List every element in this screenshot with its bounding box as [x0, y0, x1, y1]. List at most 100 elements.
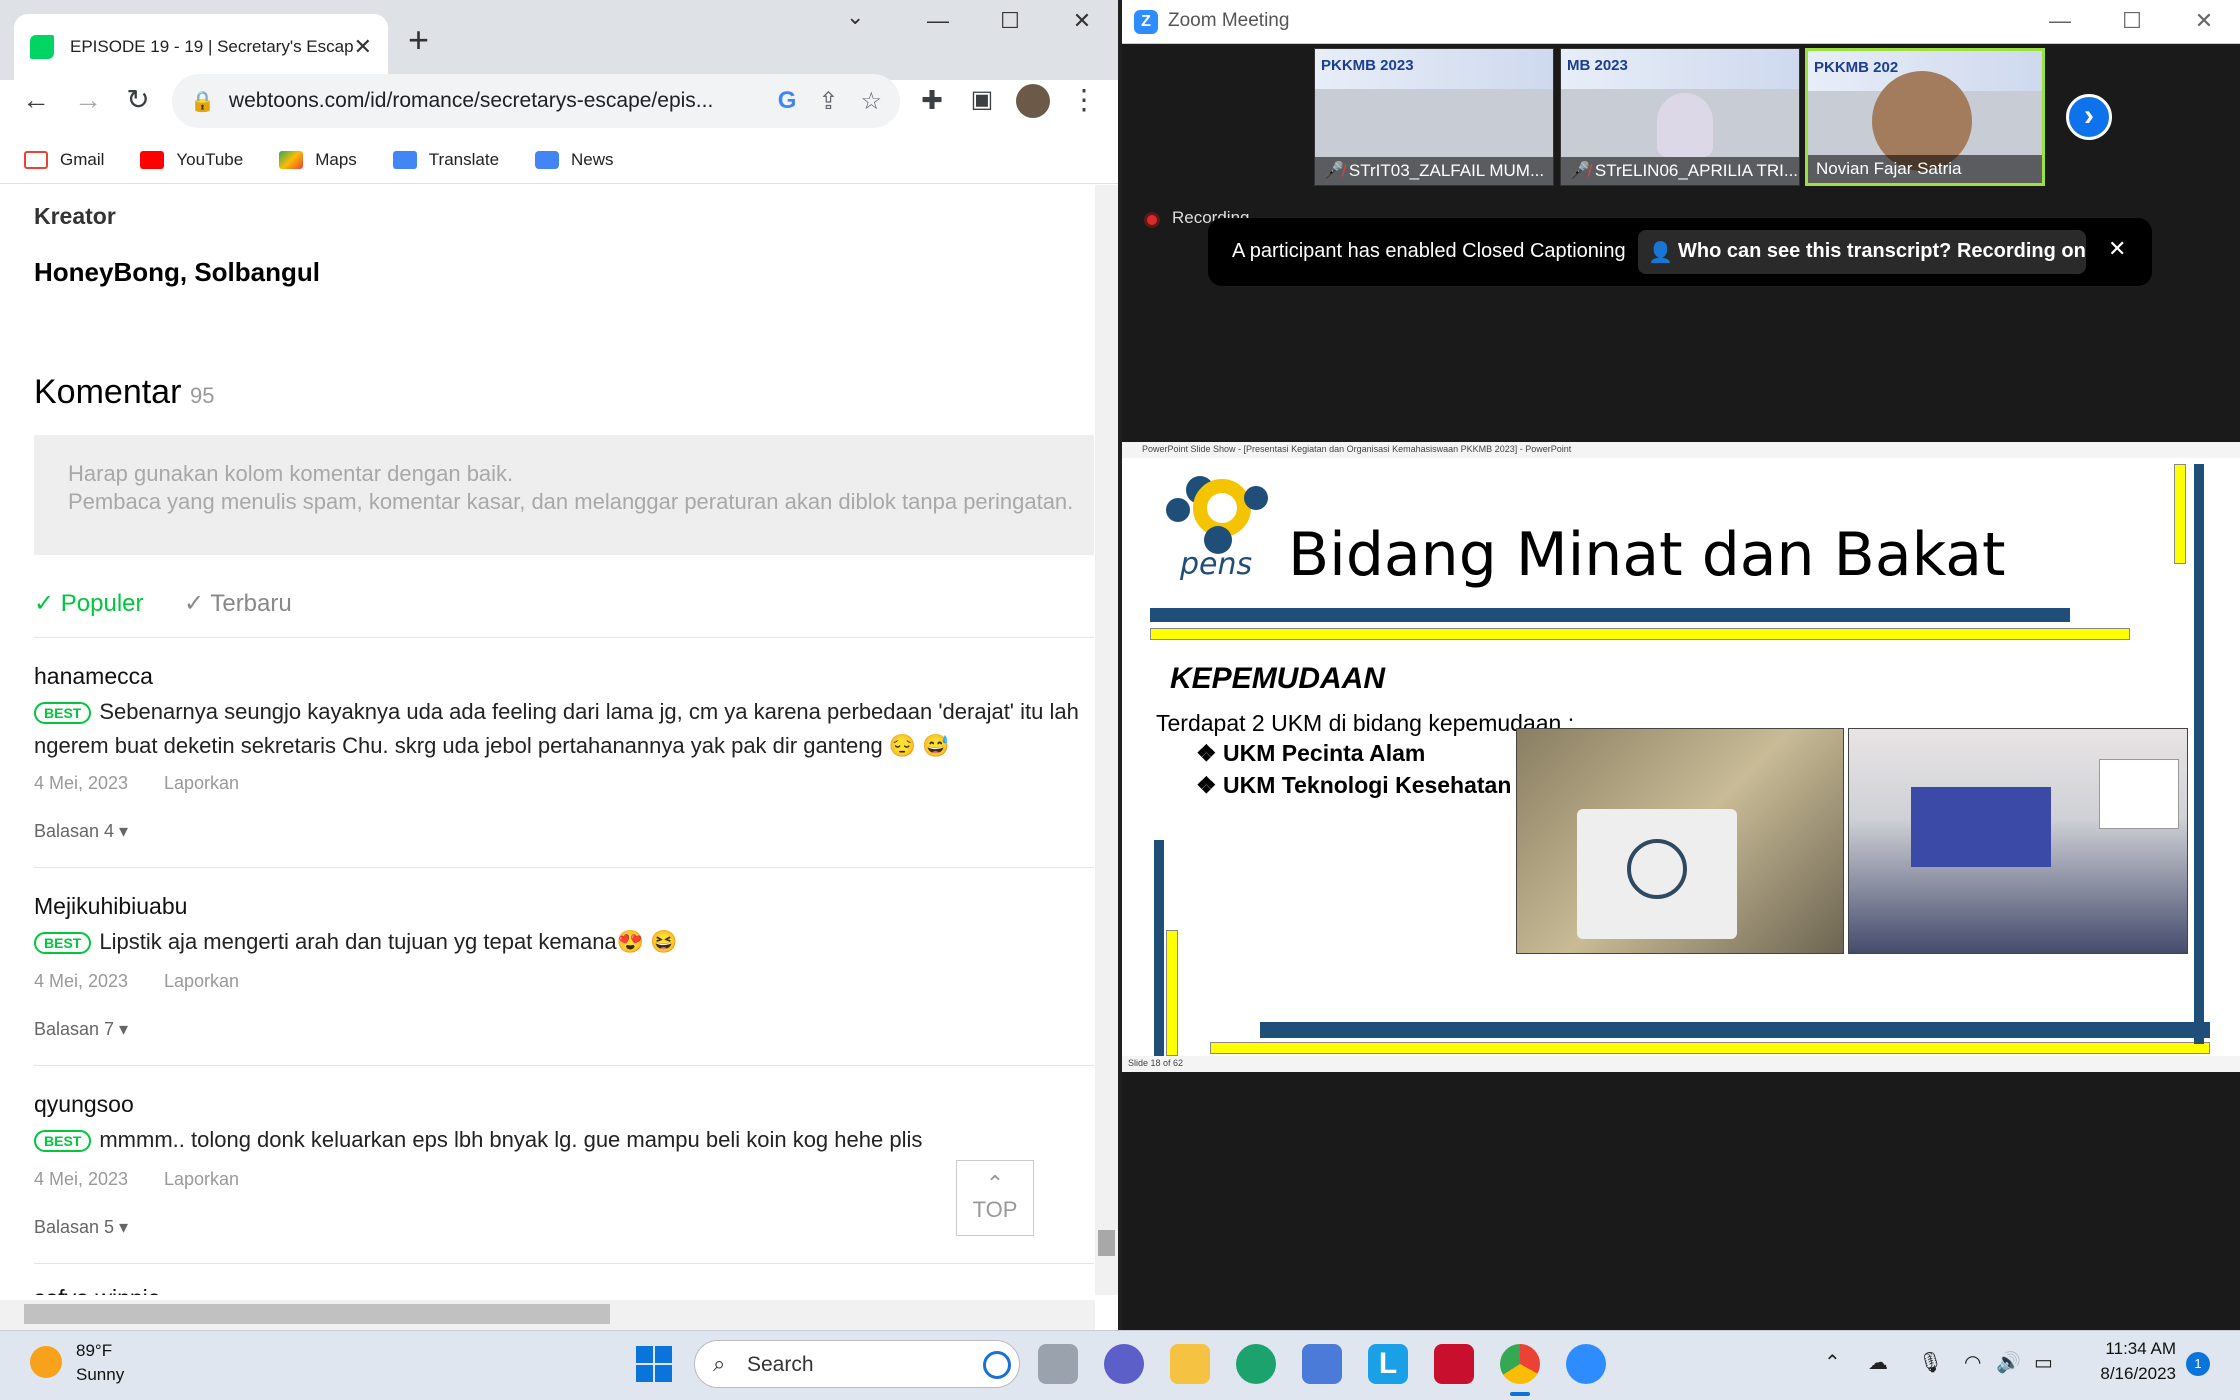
- bookmark-maps[interactable]: Maps: [279, 150, 357, 170]
- report-link[interactable]: Laporkan: [164, 971, 239, 992]
- shared-screen: PowerPoint Slide Show - [Presentasi Kegi…: [1122, 442, 2240, 1072]
- microphone-icon[interactable]: 🎙: [1918, 1350, 1943, 1375]
- replies-toggle[interactable]: Balasan 7 ▾: [34, 1019, 128, 1040]
- volume-icon[interactable]: 🔊: [1996, 1350, 2021, 1375]
- teams-chat-icon[interactable]: [1104, 1344, 1144, 1384]
- tab-search-icon[interactable]: ⌄: [846, 4, 864, 30]
- side-panel-icon[interactable]: ▣: [960, 78, 1004, 122]
- kreator-label: Kreator: [34, 203, 116, 229]
- sort-popular-tab[interactable]: ✓ Populer: [34, 589, 144, 618]
- zoom-close-icon[interactable]: ✕: [2184, 8, 2224, 34]
- report-link[interactable]: Laporkan: [164, 1169, 239, 1190]
- maximize-icon[interactable]: ☐: [990, 8, 1030, 34]
- search-icon: ⌕: [713, 1351, 726, 1376]
- vertical-scroll-thumb[interactable]: [1098, 1230, 1115, 1256]
- comment-date: 4 Mei, 2023: [34, 773, 129, 793]
- replies-toggle[interactable]: Balasan 5 ▾: [34, 1217, 128, 1238]
- banner-text: PKKMB 202: [1814, 59, 1899, 76]
- bookmark-news[interactable]: News: [535, 150, 614, 170]
- onedrive-icon[interactable]: ☁: [1868, 1350, 1888, 1375]
- best-badge: BEST: [34, 1130, 92, 1153]
- divider: [34, 637, 1094, 638]
- notification-badge[interactable]: 1: [2186, 1352, 2210, 1376]
- store-icon[interactable]: [1302, 1344, 1342, 1384]
- profile-avatar[interactable]: [1016, 84, 1050, 118]
- comment-username[interactable]: sofya winnie: [34, 1285, 161, 1295]
- zoom-title: Zoom Meeting: [1168, 10, 1290, 31]
- comment-date: 4 Mei, 2023: [34, 1169, 129, 1189]
- translate-icon: [392, 150, 417, 169]
- bookmark-star-icon[interactable]: ☆: [860, 87, 882, 116]
- taskbar-search[interactable]: ⌕ Search: [694, 1340, 1020, 1388]
- battery-icon[interactable]: ▭: [2034, 1350, 2053, 1375]
- windows-start-icon[interactable]: [636, 1346, 672, 1382]
- bookmark-youtube[interactable]: YouTube: [140, 150, 243, 170]
- minimize-icon[interactable]: —: [918, 8, 958, 34]
- chevron-up-icon[interactable]: ⌃: [1824, 1350, 1841, 1375]
- comment-username[interactable]: hanamecca: [34, 663, 153, 690]
- zoom-minimize-icon[interactable]: —: [2040, 8, 2080, 34]
- extensions-icon[interactable]: ✚: [910, 78, 954, 122]
- search-label: Search: [747, 1353, 814, 1376]
- close-window-icon[interactable]: ✕: [1062, 8, 1102, 34]
- clock-time[interactable]: 11:34 AM: [2080, 1339, 2176, 1359]
- comment-text: BEST Sebenarnya seungjo kayaknya uda ada …: [34, 699, 1079, 725]
- bookmarks-bar: Gmail YouTube Maps Translate News: [0, 136, 1118, 184]
- comment-input[interactable]: Harap gunakan kolom komentar dengan baik…: [34, 435, 1094, 555]
- comment-username[interactable]: Mejikuhibiuabu: [34, 893, 187, 920]
- yellow-bar: [1150, 628, 2130, 640]
- lock-icon[interactable]: 🔒: [190, 89, 215, 114]
- report-link[interactable]: Laporkan: [164, 773, 239, 794]
- transcript-info-button[interactable]: 👤 Who can see this transcript? Recording …: [1638, 230, 2086, 274]
- close-tab-icon[interactable]: ✕: [354, 34, 372, 60]
- bookmark-translate[interactable]: Translate: [392, 150, 499, 170]
- file-explorer-icon[interactable]: [1170, 1344, 1210, 1384]
- cc-message: A participant has enabled Closed Caption…: [1232, 240, 1626, 262]
- participant-tile[interactable]: MB 2023 🎤̸ STrELIN06_APRILIA TRI...: [1560, 48, 1800, 186]
- sort-newest-tab[interactable]: ✓ Terbaru: [184, 589, 292, 618]
- scroll-top-button[interactable]: ⌃ TOP: [956, 1160, 1034, 1236]
- share-icon[interactable]: ⇪: [818, 87, 838, 116]
- kreator-name[interactable]: HoneyBong, Solbangul: [34, 257, 320, 288]
- ppt-titlebar: PowerPoint Slide Show - [Presentasi Kegi…: [1122, 442, 2240, 458]
- zoom-taskbar-icon[interactable]: [1566, 1344, 1606, 1384]
- recording-icon: [1144, 212, 1160, 228]
- clock-date[interactable]: 8/16/2023: [2060, 1364, 2176, 1384]
- zoom-maximize-icon[interactable]: ☐: [2112, 8, 2152, 34]
- new-tab-icon[interactable]: +: [408, 20, 429, 60]
- cc-close-icon[interactable]: ✕: [2108, 236, 2126, 262]
- club-emblem-icon: [1627, 839, 1687, 899]
- wifi-icon[interactable]: ◠: [1964, 1350, 1981, 1375]
- reload-icon[interactable]: ↻: [116, 78, 160, 122]
- yellow-bar: [1210, 1042, 2210, 1054]
- comment-placeholder-line1: Harap gunakan kolom komentar dengan baik…: [68, 461, 514, 486]
- back-icon[interactable]: ←: [14, 78, 58, 122]
- webtoon-favicon-icon: [30, 35, 54, 59]
- weather-temp[interactable]: 89°F: [76, 1341, 112, 1361]
- edge-icon[interactable]: [1236, 1344, 1276, 1384]
- menu-icon[interactable]: ⋮: [1062, 78, 1106, 122]
- comment-username[interactable]: qyungsoo: [34, 1091, 134, 1118]
- forward-icon[interactable]: →: [66, 78, 110, 122]
- next-page-icon[interactable]: ›: [2066, 94, 2112, 140]
- participant-tile[interactable]: PKKMB 2023 🎤̸ STrIT03_ZALFAIL MUM...: [1314, 48, 1554, 186]
- horizontal-scroll-thumb[interactable]: [24, 1304, 610, 1324]
- address-bar[interactable]: 🔒 webtoons.com/id/romance/secretarys-esc…: [172, 74, 900, 128]
- google-lens-icon[interactable]: G: [778, 87, 797, 115]
- best-badge: BEST: [34, 702, 92, 725]
- slide-counter: Slide 18 of 62: [1122, 1056, 2240, 1072]
- browser-tab[interactable]: EPISODE 19 - 19 | Secretary's Escape ✕: [14, 14, 388, 80]
- l-app-icon[interactable]: L: [1368, 1344, 1408, 1384]
- banner-text: PKKMB 2023: [1321, 57, 1414, 74]
- bullet-item: ❖ UKM Pecinta Alam: [1196, 740, 1426, 766]
- participant-tile-active[interactable]: PKKMB 202 Novian Fajar Satria: [1805, 48, 2045, 186]
- task-view-icon[interactable]: [1038, 1344, 1078, 1384]
- bookmark-gmail[interactable]: Gmail: [24, 150, 104, 170]
- mcafee-icon[interactable]: [1434, 1344, 1474, 1384]
- vertical-scrollbar[interactable]: [1095, 185, 1118, 1295]
- bing-icon: [983, 1351, 1011, 1379]
- chrome-icon[interactable]: [1500, 1344, 1540, 1384]
- replies-toggle[interactable]: Balasan 4 ▾: [34, 821, 128, 842]
- sun-icon[interactable]: [30, 1346, 62, 1378]
- weather-condition[interactable]: Sunny: [76, 1365, 124, 1385]
